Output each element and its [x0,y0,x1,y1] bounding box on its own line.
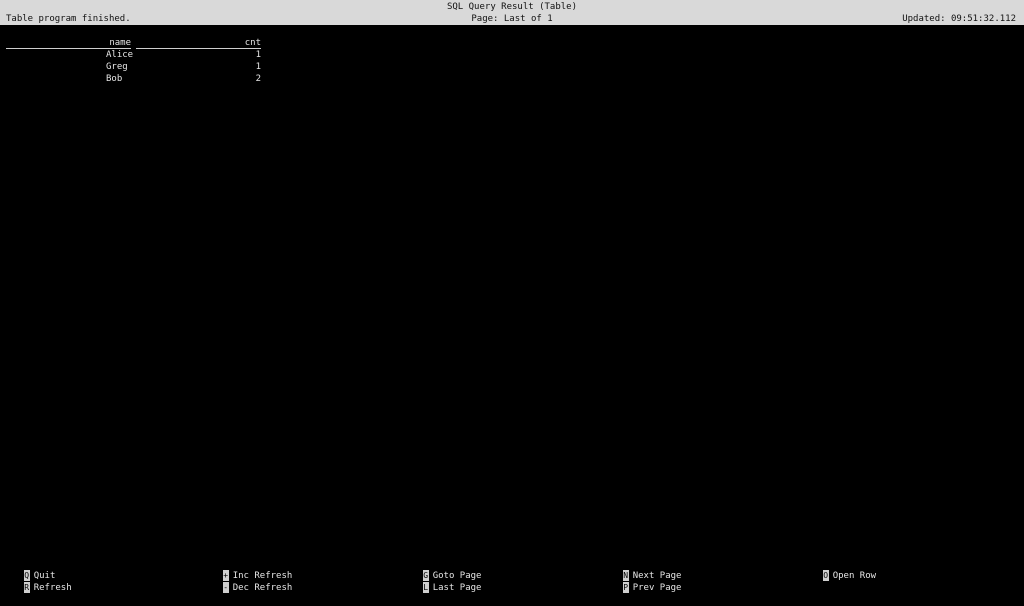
page-indicator: Page: Last of 1 [471,14,553,24]
result-table: name cnt Alice 1 Greg 1 Bob 2 [6,37,262,85]
p-keycap: P [622,582,629,593]
table-header-row: name cnt [6,37,262,49]
next-page-key[interactable]: N Next Page [601,558,681,581]
key-help-bar: Q Quit R Refresh + Inc Refresh - Dec Refresh… [0,558,1024,593]
r-keycap: R [23,582,30,593]
column-header-cnt[interactable]: cnt [136,37,261,49]
cell-name: Bob [106,74,123,84]
inc-refresh-key[interactable]: + Inc Refresh [201,558,292,581]
cell-cnt: 1 [255,62,261,72]
header-bar: SQL Query Result (Table) Table program f… [0,0,1024,25]
quit-key[interactable]: Q Quit [2,558,55,581]
cell-name: Greg [106,62,128,72]
l-keycap: L [422,582,429,593]
minus-keycap: - [222,582,229,593]
table-row[interactable]: Bob 2 [6,73,262,85]
o-keycap: O [822,570,829,581]
table-row[interactable]: Alice 1 [6,49,262,61]
refresh-key[interactable]: R Refresh [2,570,72,593]
table-row[interactable]: Greg 1 [6,61,262,73]
open-row-key[interactable]: O Open Row [801,558,876,581]
updated-timestamp: Updated: 09:51:32.112 [902,14,1016,24]
goto-page-key[interactable]: G Goto Page [401,558,481,581]
dec-refresh-key[interactable]: - Dec Refresh [201,570,292,593]
cell-cnt: 2 [255,74,261,84]
cell-name: Alice [106,50,134,60]
column-header-name[interactable]: name [6,37,131,49]
prev-page-key[interactable]: P Prev Page [601,570,681,593]
last-page-key[interactable]: L Last Page [401,570,481,593]
open-row-label: Open Row [832,571,877,581]
cell-cnt: 1 [255,50,261,60]
window-title: SQL Query Result (Table) [446,2,578,12]
